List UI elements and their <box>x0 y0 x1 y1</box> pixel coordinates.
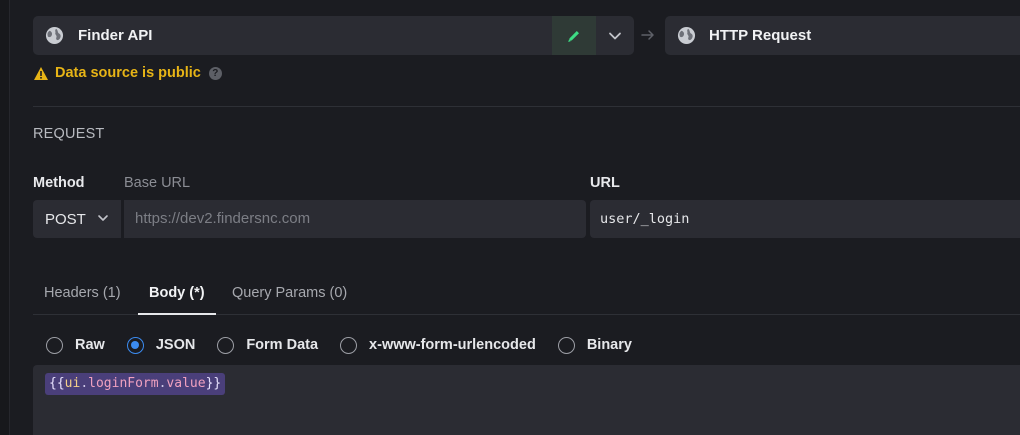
datasource-name: Finder API <box>78 27 153 44</box>
radio-label: Binary <box>586 337 632 353</box>
radio-option-binary[interactable]: Binary <box>557 336 632 354</box>
expr-property: value <box>166 376 206 391</box>
tab-query-params[interactable]: Query Params (0) <box>221 275 358 315</box>
base-url-label: Base URL <box>124 175 191 191</box>
chevron-down-icon <box>98 215 108 221</box>
radio-form-data[interactable] <box>217 336 235 354</box>
left-rail <box>0 0 10 435</box>
expr-dot: . <box>80 376 89 391</box>
request-section-title: REQUEST <box>33 126 105 142</box>
edit-datasource-button[interactable] <box>552 16 596 55</box>
radio-binary[interactable] <box>557 336 575 354</box>
radio-label: x-www-form-urlencoded <box>369 337 536 353</box>
section-divider <box>33 106 1020 107</box>
expr-open-brace: {{ <box>49 376 65 391</box>
expr-close-brace: }} <box>205 376 222 391</box>
chevron-down-icon <box>609 32 621 39</box>
public-datasource-warning: Data source is public ? <box>33 63 222 83</box>
radio-label: Form Data <box>246 337 319 353</box>
radio-raw[interactable] <box>46 336 63 354</box>
tab-body[interactable]: Body (*) <box>138 275 216 315</box>
radio-option-raw[interactable]: Raw <box>46 336 105 354</box>
arrow-right-icon <box>641 30 654 40</box>
radio-label: JSON <box>155 337 196 353</box>
globe-icon <box>45 26 64 45</box>
request-tabs: Headers (1) Body (*) Query Params (0) <box>33 275 1020 315</box>
body-editor[interactable]: {{ui.loginForm.value}} <box>33 365 1020 435</box>
expr-identifier: ui <box>64 376 81 391</box>
radio-urlencoded[interactable] <box>340 336 358 354</box>
body-type-radio-group: Raw JSON Form Data x-www-form-urlencoded… <box>46 334 654 356</box>
pencil-icon <box>568 30 579 42</box>
expr-property: loginForm <box>88 376 159 391</box>
datasource-selector[interactable]: Finder API <box>33 16 634 55</box>
method-select[interactable]: POST <box>33 200 121 238</box>
url-label: URL <box>590 175 620 191</box>
method-value: POST <box>45 210 86 228</box>
url-input[interactable]: user/_login <box>590 200 1020 238</box>
radio-option-json[interactable]: JSON <box>126 336 196 354</box>
tab-headers[interactable]: Headers (1) <box>33 275 132 315</box>
warning-text: Data source is public <box>55 65 201 81</box>
radio-label: Raw <box>75 337 105 353</box>
query-type-name: HTTP Request <box>709 27 812 44</box>
globe-icon <box>677 26 696 45</box>
datasource-dropdown-button[interactable] <box>596 16 634 55</box>
query-type-selector[interactable]: HTTP Request <box>665 16 1020 55</box>
radio-option-urlencoded[interactable]: x-www-form-urlencoded <box>340 336 536 354</box>
template-expression[interactable]: {{ui.loginForm.value}} <box>45 373 226 395</box>
warning-triangle-icon <box>34 66 48 80</box>
radio-json[interactable] <box>126 336 144 354</box>
radio-option-form-data[interactable]: Form Data <box>217 336 319 354</box>
base-url-field: https://dev2.findersnc.com <box>124 200 586 238</box>
help-icon[interactable]: ? <box>208 66 222 80</box>
method-label: Method <box>33 175 85 191</box>
